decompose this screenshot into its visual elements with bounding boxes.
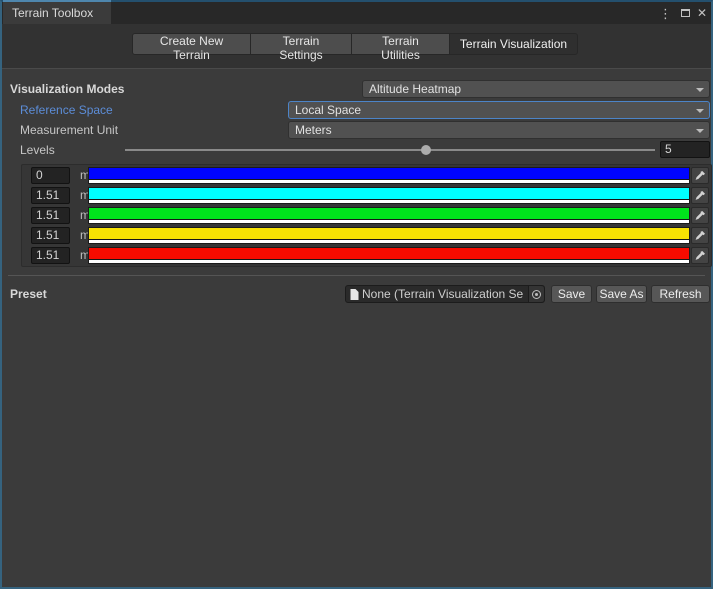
tab-terrain-visualization[interactable]: Terrain Visualization bbox=[449, 33, 578, 55]
alpha-strip bbox=[89, 179, 689, 183]
reference-space-label: Reference Space bbox=[20, 102, 113, 119]
heatmap-level-row: 1.51 m bbox=[22, 247, 711, 264]
window-tab-terrain-toolbox[interactable]: Terrain Toolbox bbox=[3, 0, 111, 24]
save-button[interactable]: Save bbox=[551, 285, 592, 303]
level-height-value: 1.51 bbox=[36, 208, 59, 222]
level-height-value: 0 bbox=[36, 168, 43, 182]
level-height-field[interactable]: 1.51 bbox=[31, 247, 70, 264]
asset-file-icon bbox=[350, 289, 359, 300]
object-picker-icon bbox=[532, 290, 541, 299]
alpha-strip bbox=[89, 239, 689, 243]
levels-slider-track[interactable] bbox=[125, 149, 655, 151]
chevron-down-icon bbox=[696, 129, 704, 133]
alpha-strip bbox=[89, 219, 689, 223]
measurement-unit-value: Meters bbox=[295, 123, 332, 137]
eyedropper-button[interactable] bbox=[691, 207, 709, 224]
measurement-unit-dropdown[interactable]: Meters bbox=[288, 121, 710, 139]
level-color-swatch[interactable] bbox=[88, 207, 690, 224]
chevron-down-icon bbox=[696, 109, 704, 113]
level-height-value: 1.51 bbox=[36, 228, 59, 242]
levels-value: 5 bbox=[665, 142, 672, 156]
levels-value-field[interactable]: 5 bbox=[660, 141, 710, 158]
close-icon[interactable]: ✕ bbox=[697, 7, 707, 19]
visualization-modes-label: Visualization Modes bbox=[10, 81, 124, 98]
tab-create-new-terrain[interactable]: Create New Terrain bbox=[132, 33, 251, 55]
heatmap-level-row: 1.51 m bbox=[22, 187, 711, 204]
eyedropper-icon bbox=[695, 171, 705, 181]
toolbox-tab-group: Create New Terrain Terrain Settings Terr… bbox=[132, 33, 578, 55]
eyedropper-icon bbox=[695, 251, 705, 261]
level-height-field[interactable]: 1.51 bbox=[31, 187, 70, 204]
measurement-unit-label: Measurement Unit bbox=[20, 122, 118, 139]
heatmap-level-row: 1.51 m bbox=[22, 227, 711, 244]
levels-label: Levels bbox=[20, 142, 55, 159]
level-color-swatch[interactable] bbox=[88, 247, 690, 264]
preset-object-field[interactable]: None (Terrain Visualization Se bbox=[345, 285, 545, 303]
section-divider bbox=[8, 275, 705, 276]
eyedropper-button[interactable] bbox=[691, 227, 709, 244]
visualization-mode-value: Altitude Heatmap bbox=[369, 82, 461, 96]
refresh-button[interactable]: Refresh bbox=[651, 285, 710, 303]
level-height-field[interactable]: 0 bbox=[31, 167, 70, 184]
eyedropper-icon bbox=[695, 231, 705, 241]
tab-terrain-settings[interactable]: Terrain Settings bbox=[250, 33, 352, 55]
save-as-button[interactable]: Save As bbox=[596, 285, 647, 303]
eyedropper-icon bbox=[695, 191, 705, 201]
eyedropper-button[interactable] bbox=[691, 247, 709, 264]
toolbar: Create New Terrain Terrain Settings Terr… bbox=[2, 24, 711, 69]
eyedropper-icon bbox=[695, 211, 705, 221]
chevron-down-icon bbox=[696, 88, 704, 92]
levels-slider-handle[interactable] bbox=[421, 145, 431, 155]
reference-space-value: Local Space bbox=[295, 103, 361, 117]
level-height-value: 1.51 bbox=[36, 248, 59, 262]
heatmap-level-row: 0 m bbox=[22, 167, 711, 184]
preset-object-value: None (Terrain Visualization Se bbox=[362, 287, 528, 301]
visualization-mode-dropdown[interactable]: Altitude Heatmap bbox=[362, 80, 710, 98]
heatmap-levels-panel: 0 m 1.51 m 1.51 m bbox=[21, 164, 712, 267]
level-color-swatch[interactable] bbox=[88, 227, 690, 244]
eyedropper-button[interactable] bbox=[691, 187, 709, 204]
preset-label: Preset bbox=[10, 286, 47, 303]
more-menu-icon[interactable]: ⋮ bbox=[657, 7, 674, 20]
tab-terrain-utilities[interactable]: Terrain Utilities bbox=[351, 33, 450, 55]
level-height-field[interactable]: 1.51 bbox=[31, 227, 70, 244]
alpha-strip bbox=[89, 199, 689, 203]
window-tab-label: Terrain Toolbox bbox=[12, 6, 93, 20]
title-bar: Terrain Toolbox ⋮ ✕ bbox=[2, 2, 711, 24]
level-color-swatch[interactable] bbox=[88, 187, 690, 204]
level-height-field[interactable]: 1.51 bbox=[31, 207, 70, 224]
maximize-icon[interactable] bbox=[681, 9, 690, 17]
reference-space-dropdown[interactable]: Local Space bbox=[288, 101, 710, 119]
object-picker-button[interactable] bbox=[528, 286, 544, 302]
eyedropper-button[interactable] bbox=[691, 167, 709, 184]
terrain-toolbox-window: Terrain Toolbox ⋮ ✕ Create New Terrain T… bbox=[0, 0, 713, 589]
level-height-value: 1.51 bbox=[36, 188, 59, 202]
heatmap-level-row: 1.51 m bbox=[22, 207, 711, 224]
level-color-swatch[interactable] bbox=[88, 167, 690, 184]
alpha-strip bbox=[89, 259, 689, 263]
